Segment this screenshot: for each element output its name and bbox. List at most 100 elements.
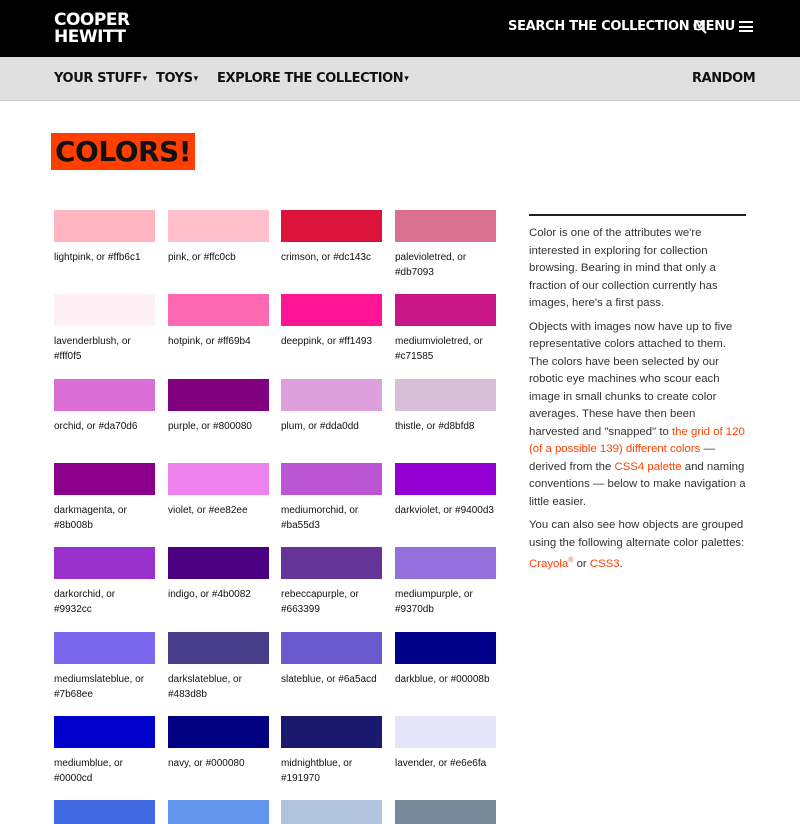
color-swatch[interactable]	[168, 210, 269, 242]
color-label[interactable]: lavender, or #e6e6fa	[395, 756, 496, 771]
color-label[interactable]: darkblue, or #00008b	[395, 672, 496, 687]
color-swatch[interactable]	[168, 547, 269, 579]
color-label[interactable]: rebeccapurple, or #663399	[281, 587, 382, 617]
nav-toys[interactable]: TOYS▾	[156, 71, 198, 86]
nav-random[interactable]: RANDOM	[692, 71, 756, 86]
color-tile[interactable]: mediumslateblue, or #7b68ee	[54, 632, 155, 702]
color-label[interactable]: lavenderblush, or #fff0f5	[54, 334, 155, 364]
color-swatch[interactable]	[168, 379, 269, 411]
color-label[interactable]: navy, or #000080	[168, 756, 269, 771]
color-swatch[interactable]	[281, 632, 382, 664]
color-label[interactable]: mediumvioletred, or #c71585	[395, 334, 496, 364]
color-label[interactable]: deeppink, or #ff1493	[281, 334, 382, 349]
color-label[interactable]: darkviolet, or #9400d3	[395, 503, 496, 518]
color-tile[interactable]: palevioletred, or #db7093	[395, 210, 496, 280]
search-collection-link[interactable]: SEARCH THE COLLECTION	[508, 19, 708, 34]
color-label[interactable]: violet, or #ee82ee	[168, 503, 269, 518]
color-label[interactable]: lightpink, or #ffb6c1	[54, 250, 155, 265]
color-tile[interactable]: deeppink, or #ff1493	[281, 294, 382, 349]
color-swatch[interactable]	[395, 632, 496, 664]
color-swatch[interactable]	[281, 463, 382, 495]
color-tile[interactable]: violet, or #ee82ee	[168, 463, 269, 518]
color-label[interactable]: indigo, or #4b0082	[168, 587, 269, 602]
color-tile[interactable]: thistle, or #d8bfd8	[395, 379, 496, 434]
color-tile[interactable]: lavenderblush, or #fff0f5	[54, 294, 155, 364]
nav-your-stuff[interactable]: YOUR STUFF▾	[54, 71, 147, 86]
color-tile[interactable]: darkviolet, or #9400d3	[395, 463, 496, 518]
color-swatch[interactable]	[395, 800, 496, 824]
color-tile[interactable]: plum, or #dda0dd	[281, 379, 382, 434]
color-swatch[interactable]	[281, 294, 382, 326]
color-swatch[interactable]	[281, 800, 382, 824]
menu-button[interactable]: MENU	[693, 19, 754, 34]
color-label[interactable]: mediumblue, or #0000cd	[54, 756, 155, 786]
color-tile[interactable]: darkorchid, or #9932cc	[54, 547, 155, 617]
color-swatch[interactable]	[54, 800, 155, 824]
color-tile[interactable]: orchid, or #da70d6	[54, 379, 155, 434]
color-tile[interactable]: hotpink, or #ff69b4	[168, 294, 269, 349]
color-label[interactable]: hotpink, or #ff69b4	[168, 334, 269, 349]
color-tile[interactable]: pink, or #ffc0cb	[168, 210, 269, 265]
color-label[interactable]: midnightblue, or #191970	[281, 756, 382, 786]
color-swatch[interactable]	[168, 716, 269, 748]
crayola-link[interactable]: Crayola®	[529, 557, 573, 570]
color-swatch[interactable]	[168, 294, 269, 326]
color-swatch[interactable]	[168, 632, 269, 664]
color-tile[interactable]: midnightblue, or #191970	[281, 716, 382, 786]
color-swatch[interactable]	[168, 463, 269, 495]
color-swatch[interactable]	[54, 632, 155, 664]
color-swatch[interactable]	[54, 463, 155, 495]
css4-palette-link[interactable]: CSS4 palette	[614, 461, 681, 473]
color-label[interactable]: mediumorchid, or #ba55d3	[281, 503, 382, 533]
color-swatch[interactable]	[54, 379, 155, 411]
color-tile[interactable]	[281, 800, 382, 824]
color-swatch[interactable]	[281, 547, 382, 579]
color-tile[interactable]: lightpink, or #ffb6c1	[54, 210, 155, 265]
color-tile[interactable]	[168, 800, 269, 824]
color-label[interactable]: crimson, or #dc143c	[281, 250, 382, 265]
color-label[interactable]: slateblue, or #6a5acd	[281, 672, 382, 687]
nav-explore-collection[interactable]: EXPLORE THE COLLECTION▾	[217, 71, 409, 86]
color-tile[interactable]: mediumblue, or #0000cd	[54, 716, 155, 786]
color-label[interactable]: pink, or #ffc0cb	[168, 250, 269, 265]
color-label[interactable]: mediumpurple, or #9370db	[395, 587, 496, 617]
color-swatch[interactable]	[168, 800, 269, 824]
color-tile[interactable]: lavender, or #e6e6fa	[395, 716, 496, 771]
color-tile[interactable]: indigo, or #4b0082	[168, 547, 269, 602]
color-tile[interactable]: purple, or #800080	[168, 379, 269, 434]
color-label[interactable]: mediumslateblue, or #7b68ee	[54, 672, 155, 702]
color-tile[interactable]: darkmagenta, or #8b008b	[54, 463, 155, 533]
color-label[interactable]: thistle, or #d8bfd8	[395, 419, 496, 434]
color-tile[interactable]: mediumvioletred, or #c71585	[395, 294, 496, 364]
color-label[interactable]: darkslateblue, or #483d8b	[168, 672, 269, 702]
css3-link[interactable]: CSS3	[590, 558, 620, 570]
color-swatch[interactable]	[54, 547, 155, 579]
color-label[interactable]: darkmagenta, or #8b008b	[54, 503, 155, 533]
color-label[interactable]: plum, or #dda0dd	[281, 419, 382, 434]
color-swatch[interactable]	[395, 294, 496, 326]
color-tile[interactable]: mediumpurple, or #9370db	[395, 547, 496, 617]
color-label[interactable]: darkorchid, or #9932cc	[54, 587, 155, 617]
color-swatch[interactable]	[54, 716, 155, 748]
color-swatch[interactable]	[54, 294, 155, 326]
color-swatch[interactable]	[54, 210, 155, 242]
color-tile[interactable]: slateblue, or #6a5acd	[281, 632, 382, 687]
color-tile[interactable]: navy, or #000080	[168, 716, 269, 771]
color-tile[interactable]: darkblue, or #00008b	[395, 632, 496, 687]
color-swatch[interactable]	[395, 463, 496, 495]
color-label[interactable]: purple, or #800080	[168, 419, 269, 434]
color-swatch[interactable]	[395, 379, 496, 411]
color-tile[interactable]: crimson, or #dc143c	[281, 210, 382, 265]
color-swatch[interactable]	[395, 716, 496, 748]
color-swatch[interactable]	[281, 210, 382, 242]
color-tile[interactable]: darkslateblue, or #483d8b	[168, 632, 269, 702]
color-tile[interactable]: mediumorchid, or #ba55d3	[281, 463, 382, 533]
color-tile[interactable]	[395, 800, 496, 824]
color-label[interactable]: palevioletred, or #db7093	[395, 250, 496, 280]
color-swatch[interactable]	[395, 210, 496, 242]
color-label[interactable]: orchid, or #da70d6	[54, 419, 155, 434]
color-tile[interactable]	[54, 800, 155, 824]
color-tile[interactable]: rebeccapurple, or #663399	[281, 547, 382, 617]
color-swatch[interactable]	[281, 379, 382, 411]
color-swatch[interactable]	[281, 716, 382, 748]
